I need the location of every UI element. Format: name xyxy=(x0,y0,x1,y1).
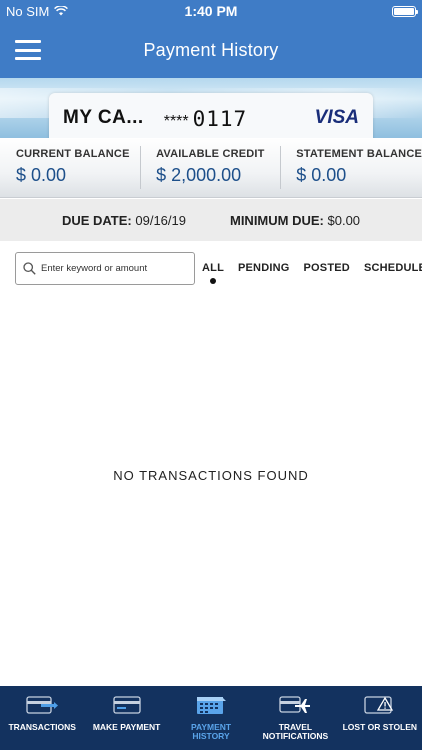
filter-tabs: ALL PENDING POSTED SCHEDULED xyxy=(202,262,422,284)
tab-payment-history[interactable]: PAYMENT HISTORY xyxy=(169,686,253,750)
card-transfer-icon xyxy=(25,695,59,715)
current-balance: CURRENT BALANCE $ 0.00 xyxy=(0,138,140,197)
app-header: No SIM 1:40 PM Payment History xyxy=(0,0,422,78)
card-number: **** 0117 xyxy=(164,107,247,131)
visa-logo: VISA xyxy=(314,107,359,128)
tab-transactions[interactable]: TRANSACTIONS xyxy=(0,686,84,750)
minimum-due-label: MINIMUM DUE: xyxy=(229,212,324,228)
filter-scheduled[interactable]: SCHEDULED xyxy=(364,262,422,274)
tab-lost-or-stolen[interactable]: LOST OR STOLEN xyxy=(338,686,422,750)
balance-amount: $ 2,000.00 xyxy=(156,165,242,185)
tab-travel-notifications[interactable]: TRAVEL NOTIFICATIONS xyxy=(253,686,337,750)
menu-button[interactable] xyxy=(15,40,41,60)
balances-panel: CURRENT BALANCE $ 0.00 AVAILABLE CREDIT … xyxy=(0,138,422,198)
tab-make-payment[interactable]: MAKE PAYMENT xyxy=(84,686,168,750)
minimum-due: MINIMUM DUE: $0.00 xyxy=(230,213,360,228)
credit-card[interactable]: MY CA... **** 0117 VISA xyxy=(49,93,373,138)
statement-balance: STATEMENT BALANCE $ 0.00 xyxy=(280,138,422,197)
due-date: DUE DATE: 09/16/19 xyxy=(62,213,186,228)
tab-label: PAYMENT HISTORY xyxy=(190,722,232,741)
card-last4: 0117 xyxy=(192,107,248,131)
minimum-due-value: $0.00 xyxy=(327,212,361,228)
card-name: MY CA... xyxy=(63,107,144,128)
tab-label: MAKE PAYMENT xyxy=(92,722,161,732)
search-icon xyxy=(23,262,36,275)
search-input[interactable] xyxy=(41,263,186,274)
balance-label: STATEMENT BALANCE xyxy=(296,148,422,160)
warning-icon xyxy=(363,695,397,715)
plane-icon xyxy=(278,695,312,715)
card-mask: **** xyxy=(163,113,189,130)
wifi-icon xyxy=(54,6,69,16)
tab-label: TRAVEL NOTIFICATIONS xyxy=(262,722,329,741)
search-box[interactable] xyxy=(15,252,195,285)
tab-label: TRANSACTIONS xyxy=(8,722,76,732)
card-banner: MY CA... **** 0117 VISA xyxy=(0,78,422,138)
card-payment-icon xyxy=(110,695,144,715)
page-title: Payment History xyxy=(143,39,279,60)
filter-all[interactable]: ALL xyxy=(202,262,224,284)
due-date-label: DUE DATE: xyxy=(61,212,132,228)
balance-amount: $ 0.00 xyxy=(296,165,347,185)
carrier-label: No SIM xyxy=(6,3,50,19)
due-info-row: DUE DATE: 09/16/19 MINIMUM DUE: $0.00 xyxy=(0,199,422,241)
battery-icon xyxy=(392,5,418,17)
empty-state-message: NO TRANSACTIONS FOUND xyxy=(113,468,309,483)
status-bar: No SIM 1:40 PM xyxy=(0,0,422,22)
balance-label: CURRENT BALANCE xyxy=(16,148,130,160)
filter-posted[interactable]: POSTED xyxy=(304,262,350,274)
due-date-value: 09/16/19 xyxy=(135,212,186,228)
balance-amount: $ 0.00 xyxy=(16,165,67,185)
calendar-icon xyxy=(194,695,228,715)
available-credit: AVAILABLE CREDIT $ 2,000.00 xyxy=(140,138,280,197)
balance-label: AVAILABLE CREDIT xyxy=(156,148,265,160)
filter-pending[interactable]: PENDING xyxy=(238,262,290,274)
bottom-tab-bar: TRANSACTIONS MAKE PAYMENT PAYMENT HISTOR… xyxy=(0,686,422,750)
tab-label: LOST OR STOLEN xyxy=(342,722,418,732)
